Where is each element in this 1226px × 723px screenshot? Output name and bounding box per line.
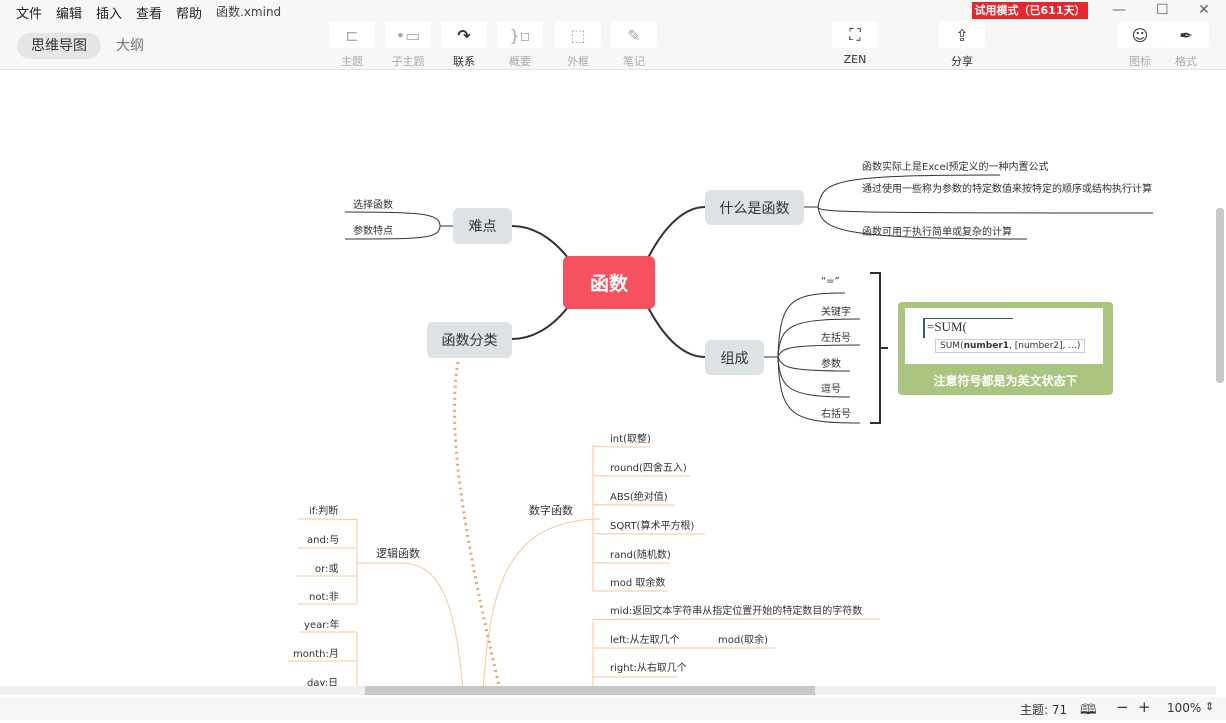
subtopic[interactable]: and:与	[307, 531, 339, 546]
subtopic[interactable]: 函数可用于执行简单或复杂的计算	[862, 223, 1012, 238]
topic-number-funcs[interactable]: 数字函数	[529, 502, 573, 518]
status-bar: 主题: 71 🕮 − + 100% ⇕	[0, 697, 1226, 720]
map-icon[interactable]: 🕮	[1080, 699, 1097, 723]
excel-screenshot: =SUM( SUM(number1, [number2], ...)	[905, 308, 1103, 364]
subtopic[interactable]: mod 取余数	[610, 574, 665, 589]
subtopic[interactable]: month:月	[293, 645, 339, 660]
topic-what[interactable]: 什么是函数	[705, 190, 804, 225]
topic-compose[interactable]: 组成	[705, 340, 764, 375]
tooltip-arg: number1	[963, 341, 1010, 351]
subtopic[interactable]: “=”	[821, 276, 840, 287]
subtopic[interactable]: 左括号	[821, 329, 851, 344]
subtopic[interactable]: round(四舍五入)	[610, 459, 687, 474]
subtopic[interactable]: mid:返回文本字符串从指定位置开始的特定数目的字符数	[610, 602, 862, 617]
subtopic[interactable]: int(取整)	[610, 430, 651, 445]
subtopic[interactable]: if:判断	[309, 502, 338, 517]
subtopic[interactable]: or:或	[315, 560, 338, 575]
subtopic[interactable]: year:年	[304, 616, 340, 631]
relation-dotted-line	[453, 361, 502, 691]
subtopic[interactable]: 右括号	[821, 405, 851, 420]
subtopic[interactable]: rand(随机数)	[610, 546, 671, 561]
subtopic[interactable]: 逗号	[821, 380, 841, 395]
topic-logic-funcs[interactable]: 逻辑函数	[376, 545, 420, 561]
formula-image[interactable]: =SUM( SUM(number1, [number2], ...) 注意符号都…	[898, 302, 1113, 395]
subtopic[interactable]: 参数	[821, 355, 841, 370]
subtopic[interactable]: not:非	[309, 588, 339, 603]
horizontal-scrollbar[interactable]	[365, 686, 815, 695]
vertical-scrollbar[interactable]	[1216, 208, 1224, 383]
zoom-out-button[interactable]: −	[1116, 698, 1129, 716]
formula-tooltip: SUM(number1, [number2], ...)	[935, 339, 1086, 353]
zoom-in-button[interactable]: +	[1138, 698, 1151, 716]
subtopic[interactable]: 通过使用一些称为参数的特定数值来按特定的顺序或结构执行计算	[862, 183, 1152, 197]
topic-category[interactable]: 函数分类	[427, 322, 512, 358]
subtopic[interactable]: SQRT(算术平方根)	[610, 517, 694, 532]
topic-count: 主题: 71	[1020, 703, 1068, 717]
subtopic[interactable]: 关键字	[821, 303, 851, 318]
root-topic[interactable]: 函数	[563, 256, 655, 309]
subtopic[interactable]: ABS(绝对值)	[610, 488, 668, 503]
image-caption: 注意符号都是为英文状态下	[933, 374, 1078, 388]
subtopic[interactable]: mod(取余)	[718, 631, 768, 646]
zoom-chevron-icon[interactable]: ⇕	[1205, 700, 1214, 713]
subtopic[interactable]: 参数特点	[353, 222, 393, 237]
subtopic[interactable]: left:从左取几个	[610, 631, 680, 646]
subtopic[interactable]: 选择函数	[353, 196, 393, 211]
formula-cell: =SUM(	[923, 318, 1013, 338]
tooltip-fn: SUM(	[940, 341, 964, 351]
topic-difficulty[interactable]: 难点	[453, 208, 512, 244]
zoom-level[interactable]: 100%	[1167, 701, 1201, 715]
subtopic[interactable]: right:从右取几个	[610, 659, 687, 674]
subtopic[interactable]: 函数实际上是Excel预定义的一种内置公式	[862, 158, 1049, 173]
tooltip-rest: , [number2], ...)	[1009, 341, 1081, 351]
